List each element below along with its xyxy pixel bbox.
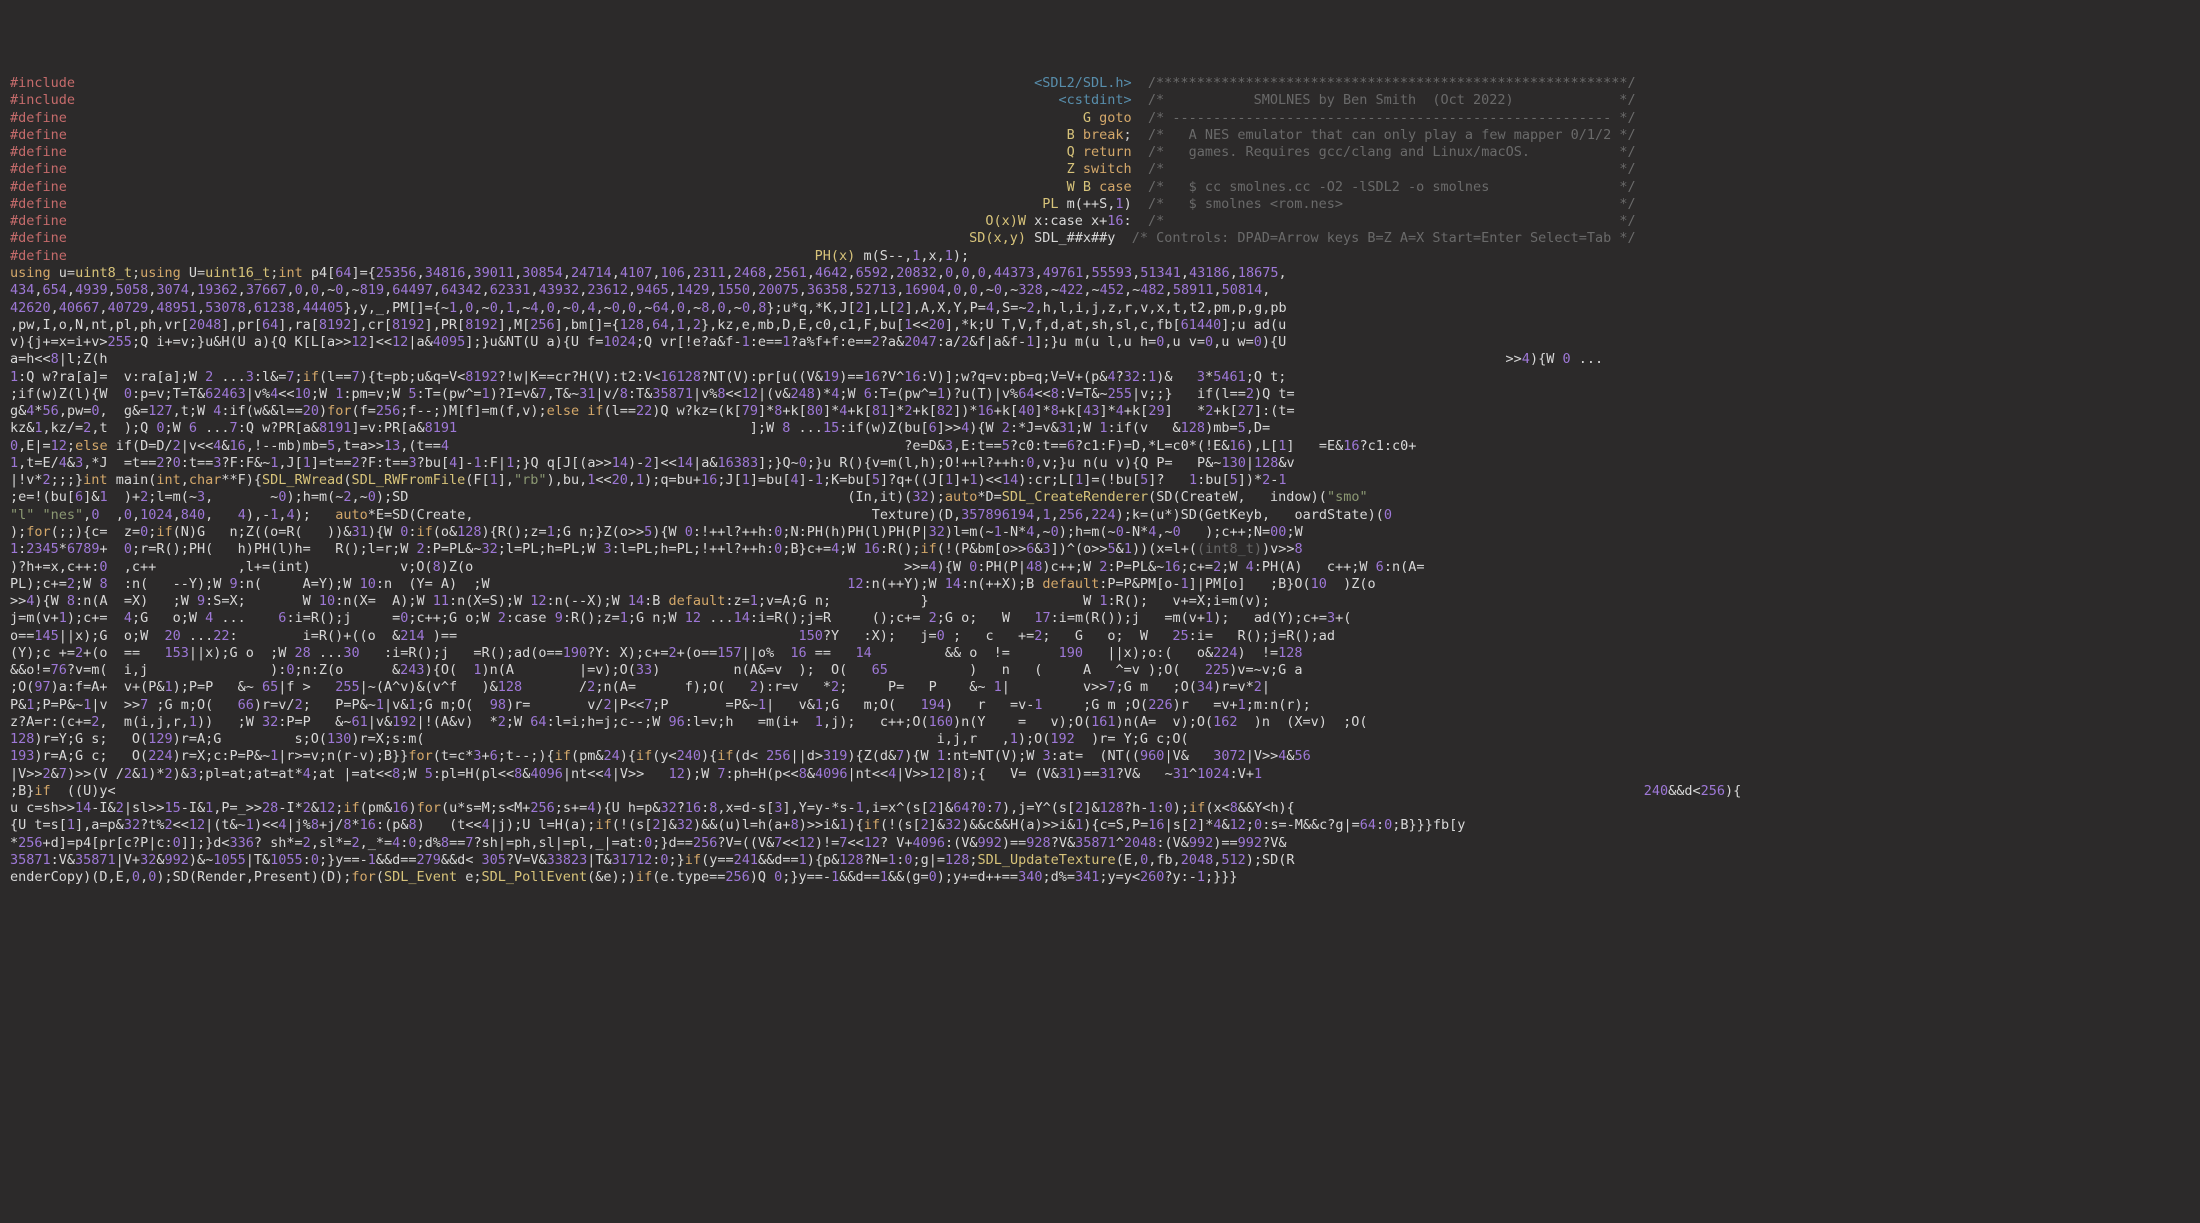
code-block: #include <SDL2/SDL.h> /*****************… <box>10 75 2190 886</box>
